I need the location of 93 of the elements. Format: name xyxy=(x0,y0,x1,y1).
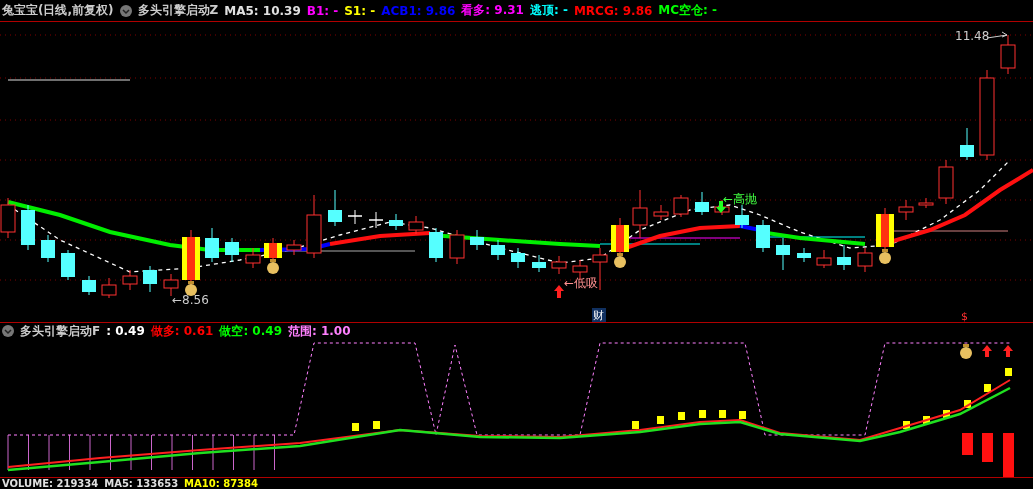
volume-readout: VOLUME: 219334 xyxy=(2,478,99,489)
candlestick xyxy=(245,247,261,269)
money-bag-icon xyxy=(614,253,626,268)
signal-bar xyxy=(982,433,993,462)
candlestick xyxy=(837,244,851,271)
signal-bar xyxy=(352,423,359,431)
indicator-readout: 做空: 0.49 xyxy=(219,322,282,340)
indicator-readout: B1: - xyxy=(306,3,339,18)
up-arrow-icon xyxy=(982,345,992,357)
money-bag-icon xyxy=(185,281,197,296)
candlestick xyxy=(1000,34,1016,75)
up-arrow-icon xyxy=(1003,345,1013,357)
candlestick xyxy=(368,211,384,229)
signal-bar xyxy=(962,433,973,455)
candlestick xyxy=(61,249,75,281)
candlestick xyxy=(632,189,648,239)
candlestick xyxy=(776,237,790,271)
candlestick xyxy=(429,227,443,263)
signal-bar xyxy=(903,421,910,429)
signal-bar xyxy=(657,416,664,424)
stock-title: 兔宝宝(日线,前复权) xyxy=(2,2,114,19)
candlestick xyxy=(470,229,484,251)
indicator-value: : 0.49 xyxy=(106,324,145,338)
candlestick xyxy=(205,227,219,263)
high-price-label: 11.48 xyxy=(955,29,990,43)
signal-bar xyxy=(943,410,950,418)
indicator-readout: MC空仓: - xyxy=(658,2,718,19)
candlestick xyxy=(225,237,239,263)
candlestick xyxy=(695,191,709,216)
indicator-readout: 做多: 0.61 xyxy=(150,322,214,340)
candlestick xyxy=(938,159,954,205)
candlestick xyxy=(286,239,302,256)
candlestick xyxy=(532,254,546,273)
candlestick xyxy=(960,127,974,161)
signal-bar xyxy=(1005,368,1012,376)
indicator-name: 多头引擎启动F xyxy=(20,322,101,340)
candlestick xyxy=(449,229,465,265)
signal-bar xyxy=(1003,433,1014,477)
candlestick xyxy=(898,199,914,221)
indicator-readout: 看多: 9.31 xyxy=(461,2,524,19)
candlestick xyxy=(41,234,55,263)
signal-bar xyxy=(678,412,685,420)
money-bag-icon xyxy=(960,344,972,359)
candlestick xyxy=(163,273,179,297)
money-bag-icon xyxy=(879,249,891,264)
candlestick xyxy=(389,213,403,231)
low-price-label: ←8.56 xyxy=(172,293,209,307)
indicator-readout: ACB1: 9.86 xyxy=(381,3,456,18)
signal-bar xyxy=(964,400,971,408)
candlestick xyxy=(653,204,669,221)
signal-bar xyxy=(699,410,706,418)
indicator-readout: S1: - xyxy=(344,3,376,18)
candlestick xyxy=(143,265,157,293)
indicator-readout: 逃顶: - xyxy=(529,2,568,19)
down-arrow-icon xyxy=(716,201,726,213)
indicator-readout: MA5: 10.39 xyxy=(224,3,301,18)
signal-bar xyxy=(923,416,930,424)
candlestick xyxy=(735,204,749,229)
sell-signal-label: ←高抛 xyxy=(723,192,758,206)
chevron-circle-icon[interactable] xyxy=(119,4,132,17)
signal-bar xyxy=(984,384,991,392)
signal-bar xyxy=(373,421,380,429)
candlestick xyxy=(347,209,363,225)
signal-bar xyxy=(632,421,639,429)
candlestick xyxy=(756,219,770,253)
candlestick xyxy=(797,247,811,263)
candlestick xyxy=(408,215,424,235)
finance-label: 财 xyxy=(592,308,606,322)
candlestick xyxy=(306,194,322,259)
volume-readout: MA5: 133653 xyxy=(104,478,179,489)
candlestick xyxy=(816,249,832,269)
candlestick xyxy=(328,189,342,227)
up-arrow-icon xyxy=(554,285,564,298)
money-bag-icon xyxy=(267,259,279,274)
candlestick xyxy=(857,247,873,273)
candlestick xyxy=(82,275,96,296)
dollar-marker: $ xyxy=(961,310,968,322)
indicator-readout: 范围: 1.00 xyxy=(288,322,351,340)
candlestick xyxy=(21,204,35,251)
indicator-readout: MRCG: 9.86 xyxy=(573,3,653,18)
candlestick xyxy=(511,247,525,269)
volume-readout: MA10: 87384 xyxy=(184,478,258,489)
chevron-circle-icon[interactable] xyxy=(2,325,14,337)
candlestick xyxy=(122,269,138,291)
candlestick xyxy=(551,255,567,275)
signal-bar xyxy=(739,411,746,419)
candlestick xyxy=(491,239,505,261)
indicator-name: 多头引擎启动Z xyxy=(137,2,219,19)
candlestick xyxy=(101,277,117,299)
signal-bar xyxy=(719,410,726,418)
candlestick xyxy=(918,197,934,209)
buy-signal-label: ←低吸 xyxy=(564,276,599,290)
candlestick xyxy=(673,194,689,218)
